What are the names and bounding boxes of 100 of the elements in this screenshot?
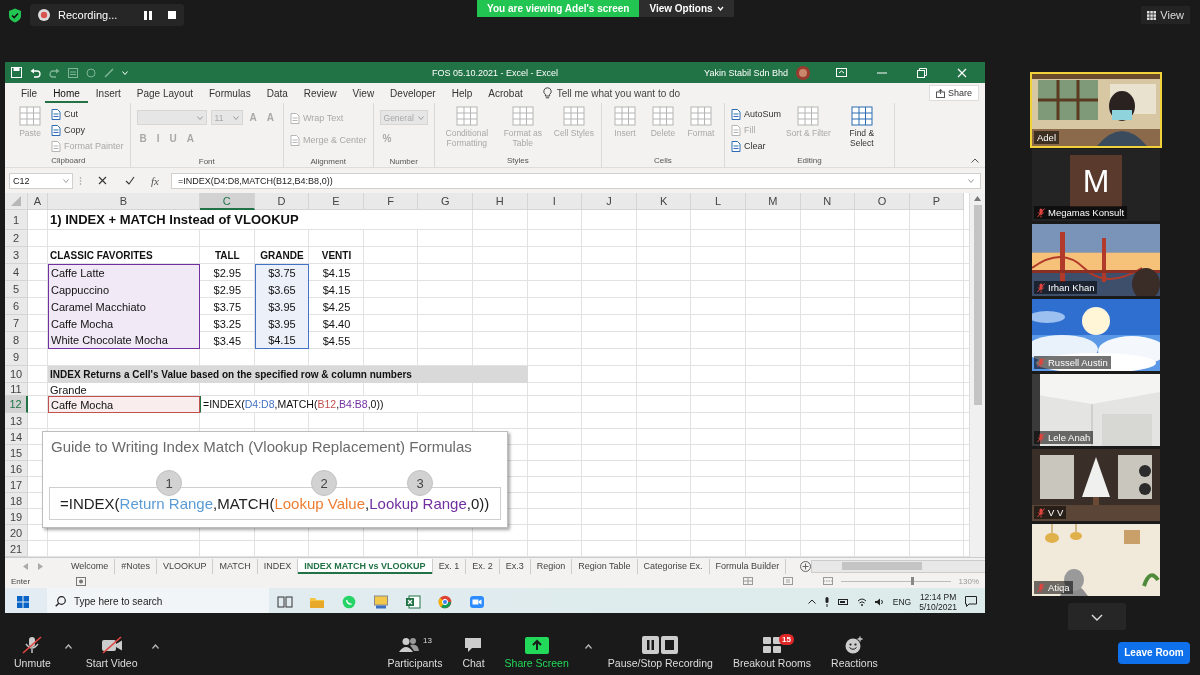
- taskbar-search-box[interactable]: Type here to search: [47, 588, 269, 613]
- ribbon-display-icon[interactable]: [836, 68, 847, 77]
- column-header[interactable]: P: [909, 193, 965, 210]
- restore-icon[interactable]: [917, 67, 927, 78]
- video-tile[interactable]: M Megamas Konsult: [1032, 149, 1160, 221]
- menu-tab[interactable]: Data: [258, 83, 296, 103]
- caret-icon[interactable]: [122, 70, 128, 75]
- row-header[interactable]: 5: [5, 281, 28, 298]
- form-icon[interactable]: [68, 67, 78, 78]
- column-header[interactable]: O: [855, 193, 910, 210]
- row-header[interactable]: 15: [5, 445, 28, 461]
- column-header[interactable]: B: [48, 193, 200, 210]
- row-header[interactable]: 1: [5, 210, 28, 230]
- sheet-tab[interactable]: Region: [530, 558, 573, 574]
- column-header[interactable]: D: [254, 193, 310, 210]
- sheet-tab[interactable]: Ex. 2: [466, 558, 500, 574]
- menu-tab[interactable]: View: [344, 83, 383, 103]
- row-header[interactable]: 18: [5, 493, 28, 509]
- tell-me-field[interactable]: Tell me what you want to do: [556, 87, 681, 99]
- circle-icon[interactable]: [86, 67, 96, 78]
- row-header[interactable]: 6: [5, 298, 28, 315]
- insert-function-button[interactable]: fx: [151, 174, 165, 187]
- sheet-tab[interactable]: VLOOKUP: [156, 558, 214, 574]
- column-header[interactable]: K: [636, 193, 692, 210]
- page-layout-icon[interactable]: [782, 577, 793, 585]
- video-tile[interactable]: Russell Austin: [1032, 299, 1160, 371]
- toolbar-button[interactable]: Pause/Stop Recording: [603, 631, 717, 674]
- vertical-scrollbar[interactable]: [969, 193, 985, 557]
- wifi-icon[interactable]: [856, 597, 867, 606]
- column-header[interactable]: I: [527, 193, 583, 210]
- scroll-thumb[interactable]: [973, 205, 982, 405]
- taskbar-clock[interactable]: 12:14 PM 5/10/2021: [919, 591, 957, 612]
- menu-tab[interactable]: Page Layout: [128, 83, 201, 103]
- column-header[interactable]: G: [418, 193, 473, 210]
- notifications-icon[interactable]: [965, 596, 977, 607]
- column-header[interactable]: C: [200, 193, 255, 210]
- check-icon[interactable]: [125, 176, 135, 185]
- options-caret[interactable]: [584, 643, 592, 649]
- ribbon-button[interactable]: AutoSum: [730, 106, 781, 122]
- ribbon-button[interactable]: Copy: [51, 122, 85, 138]
- slider-thumb[interactable]: [910, 577, 914, 585]
- sheet-tab[interactable]: Formula Builder: [709, 558, 787, 574]
- toolbar-button[interactable]: 15 Breakout Rooms: [728, 631, 816, 674]
- row-header[interactable]: 2: [5, 230, 28, 247]
- macro-icon[interactable]: [76, 576, 87, 586]
- pause-button[interactable]: [144, 10, 152, 20]
- row-header[interactable]: 9: [5, 349, 28, 366]
- sheet-tab[interactable]: Ex. 1: [432, 558, 467, 574]
- page-break-icon[interactable]: [822, 577, 833, 585]
- name-box[interactable]: C12: [9, 172, 73, 189]
- cancel-icon[interactable]: [98, 176, 107, 185]
- row-header[interactable]: 17: [5, 477, 28, 493]
- toolbar-button[interactable]: Reactions: [827, 631, 882, 674]
- toolbar-button[interactable]: Unmute: [10, 631, 55, 674]
- menu-tab[interactable]: Review: [295, 83, 345, 103]
- view-options-button[interactable]: View Options: [639, 0, 734, 17]
- column-header[interactable]: E: [309, 193, 364, 210]
- menu-tab[interactable]: Developer: [382, 83, 444, 103]
- view-button[interactable]: View: [1141, 6, 1190, 24]
- options-caret[interactable]: [151, 643, 159, 649]
- normal-view-icon[interactable]: [742, 577, 753, 585]
- sheet-tab[interactable]: Ex.3: [499, 558, 531, 574]
- row-header[interactable]: 12: [5, 396, 28, 413]
- row-header[interactable]: 19: [5, 509, 28, 525]
- input-language[interactable]: ENG: [892, 596, 912, 607]
- sheet-tab[interactable]: INDEX MATCH vs VLOOKUP: [298, 558, 433, 574]
- toolbar-button[interactable]: Chat: [458, 631, 489, 674]
- ribbon-button[interactable]: Cut: [51, 106, 78, 122]
- next-sheet-icon[interactable]: [38, 562, 43, 570]
- battery-icon[interactable]: [837, 598, 849, 605]
- video-tile[interactable]: Adel: [1032, 74, 1160, 146]
- column-header[interactable]: A: [28, 193, 48, 210]
- menu-tab[interactable]: Formulas: [201, 83, 259, 103]
- video-tile[interactable]: Lele Anah: [1032, 374, 1160, 446]
- toolbar-button[interactable]: Start Video: [81, 631, 142, 674]
- toolbar-button[interactable]: 13 Participants: [383, 631, 447, 674]
- show-hidden-icon[interactable]: [807, 599, 816, 604]
- speaker-icon[interactable]: [874, 597, 885, 606]
- menu-tab[interactable]: File: [13, 83, 46, 103]
- video-tile[interactable]: V V: [1032, 449, 1160, 521]
- column-header[interactable]: J: [582, 193, 637, 210]
- arrow-up-icon[interactable]: [974, 196, 981, 201]
- menu-tab[interactable]: Home: [45, 83, 88, 103]
- menu-tab[interactable]: Acrobat: [480, 83, 531, 103]
- save-icon[interactable]: [11, 67, 22, 78]
- previous-sheet-icon[interactable]: [23, 562, 28, 570]
- options-caret[interactable]: [64, 643, 72, 649]
- collapse-icon[interactable]: [971, 158, 979, 163]
- column-header[interactable]: M: [745, 193, 801, 210]
- toolbar-button[interactable]: Share Screen: [500, 631, 573, 674]
- row-header[interactable]: 16: [5, 461, 28, 477]
- row-header[interactable]: 10: [5, 366, 28, 383]
- ribbon-button[interactable]: Find & Select: [835, 106, 888, 154]
- menu-tab[interactable]: Insert: [87, 83, 129, 103]
- undo-icon[interactable]: [30, 67, 41, 78]
- row-header[interactable]: 4: [5, 264, 28, 281]
- row-header[interactable]: 7: [5, 315, 28, 332]
- column-header[interactable]: N: [800, 193, 856, 210]
- row-header[interactable]: 3: [5, 247, 28, 264]
- leave-room-button[interactable]: Leave Room: [1118, 641, 1190, 664]
